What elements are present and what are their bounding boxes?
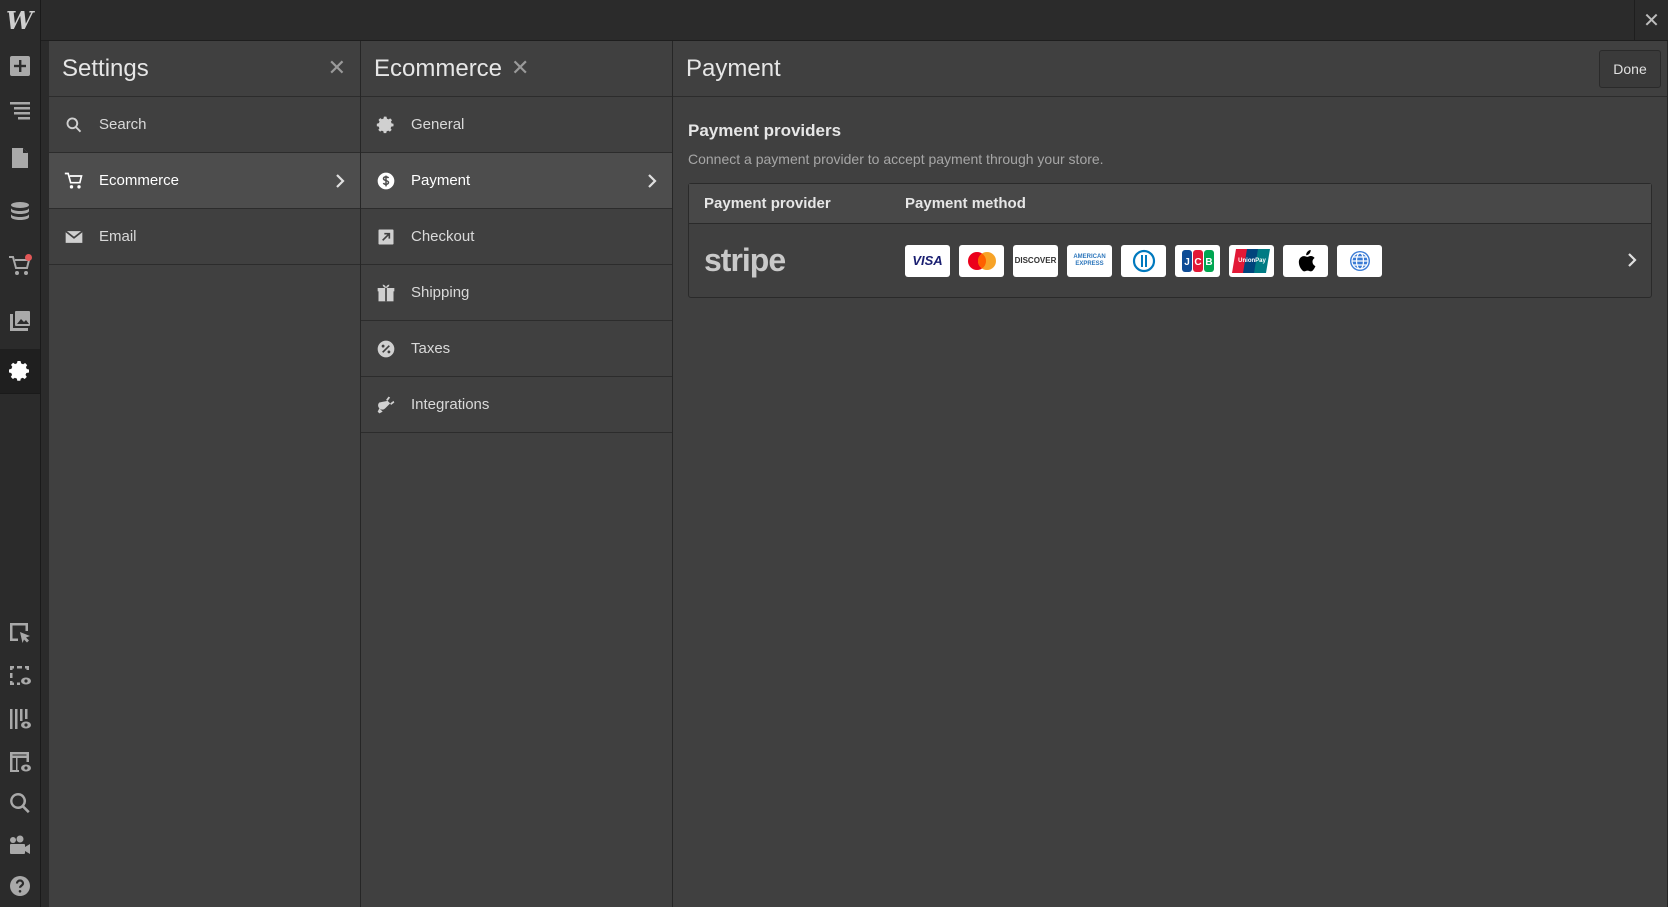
gear-icon [375, 114, 397, 136]
ecommerce-panel: Ecommerce ✕ General Payment Checkout Shi… [361, 41, 673, 907]
assets-icon[interactable] [0, 298, 40, 342]
ecommerce-item-general[interactable]: General [361, 97, 672, 153]
cart-icon [63, 170, 85, 192]
ecommerce-item-label: Taxes [411, 340, 451, 357]
visa-card-icon: VISA [905, 244, 950, 277]
settings-item-search[interactable]: Search [49, 97, 360, 153]
add-icon[interactable] [0, 44, 40, 88]
ecommerce-cart-icon[interactable] [0, 244, 40, 288]
settings-header: Settings ✕ [49, 41, 360, 97]
svg-text:J: J [1184, 257, 1190, 268]
ecommerce-item-label: General [411, 116, 465, 133]
search-icon[interactable] [0, 781, 40, 825]
left-toolbar: W [0, 0, 41, 907]
payment-header: Payment Done [673, 41, 1667, 97]
settings-item-label: Ecommerce [99, 172, 180, 189]
settings-gear-icon[interactable] [0, 349, 40, 393]
audit-icon[interactable] [0, 697, 40, 741]
ecommerce-title: Ecommerce [374, 54, 503, 82]
navigator-icon[interactable] [0, 88, 40, 132]
table-header: Payment provider Payment method [689, 184, 1651, 224]
web-payments-icon [1337, 244, 1382, 277]
notification-dot [25, 254, 32, 261]
jcb-card-icon: JCB [1175, 244, 1220, 277]
mastercard-icon [959, 244, 1004, 277]
layout-preview-icon[interactable] [0, 740, 40, 784]
settings-item-email[interactable]: Email [49, 209, 360, 265]
webflow-logo: W [6, 6, 33, 35]
svg-text:UnionPay: UnionPay [1238, 258, 1266, 264]
cms-icon[interactable] [0, 190, 40, 234]
chevron-right-icon [332, 171, 348, 191]
ecommerce-item-checkout[interactable]: Checkout [361, 209, 672, 265]
video-icon[interactable] [0, 823, 40, 867]
plug-icon [375, 394, 397, 416]
help-icon[interactable] [0, 864, 40, 907]
close-icon[interactable]: ✕ [511, 57, 529, 79]
section-title: Payment providers [688, 121, 842, 140]
provider-cell: stripe [689, 242, 905, 279]
percent-icon [375, 338, 397, 360]
select-tool-icon[interactable] [0, 611, 40, 655]
ecommerce-item-label: Checkout [411, 228, 475, 245]
settings-item-label: Email [99, 228, 137, 245]
ecommerce-item-payment[interactable]: Payment [361, 153, 672, 209]
payment-providers-table: Payment provider Payment method stripe V… [688, 183, 1652, 298]
settings-panel: Settings ✕ Search Ecommerce Email [49, 41, 361, 907]
package-icon [375, 282, 397, 304]
unionpay-card-icon: UnionPay [1229, 244, 1274, 277]
preview-selection-icon[interactable] [0, 654, 40, 698]
svg-text:B: B [1205, 257, 1212, 268]
ecommerce-item-integrations[interactable]: Integrations [361, 377, 672, 433]
apple-pay-icon [1283, 244, 1328, 277]
settings-item-label: Search [99, 116, 147, 133]
ecommerce-item-label: Payment [411, 172, 471, 189]
done-button[interactable]: Done [1599, 50, 1661, 88]
search-icon [63, 114, 85, 136]
diners-club-card-icon [1121, 244, 1166, 277]
dollar-icon [375, 170, 397, 192]
column-header-provider: Payment provider [704, 195, 831, 212]
discover-card-icon: DISCOVER [1013, 244, 1058, 277]
settings-title: Settings [62, 54, 149, 82]
chevron-right-icon[interactable] [1625, 250, 1639, 270]
column-header-method: Payment method [905, 195, 1026, 212]
ecommerce-item-label: Shipping [411, 284, 470, 301]
stripe-logo: stripe [704, 242, 786, 278]
payment-content: Payment providers Connect a payment prov… [673, 97, 1667, 298]
payment-methods: VISA DISCOVER AMERICAN EXPRESS J C B Uni… [905, 244, 1382, 277]
pages-icon[interactable] [0, 136, 40, 180]
ecommerce-item-label: Integrations [411, 396, 490, 413]
svg-text:C: C [1194, 257, 1201, 268]
amex-card-icon: AMERICAN EXPRESS [1067, 244, 1112, 277]
table-row[interactable]: stripe VISA DISCOVER AMERICAN EXPRESS J … [689, 224, 1651, 297]
ecommerce-item-shipping[interactable]: Shipping [361, 265, 672, 321]
payment-panel: Payment Done Payment providers Connect a… [673, 41, 1668, 907]
close-icon[interactable]: ✕ [328, 57, 346, 79]
chevron-right-icon [644, 171, 660, 191]
checkout-arrow-icon [375, 226, 397, 248]
section-description: Connect a payment provider to accept pay… [688, 151, 1104, 167]
settings-item-ecommerce[interactable]: Ecommerce [49, 153, 360, 209]
ecommerce-header: Ecommerce ✕ [361, 41, 672, 97]
top-bar: ✕ [0, 0, 1668, 41]
ecommerce-item-taxes[interactable]: Taxes [361, 321, 672, 377]
close-icon[interactable]: ✕ [1634, 0, 1668, 40]
payment-title: Payment [686, 54, 781, 82]
mail-icon [63, 226, 85, 248]
